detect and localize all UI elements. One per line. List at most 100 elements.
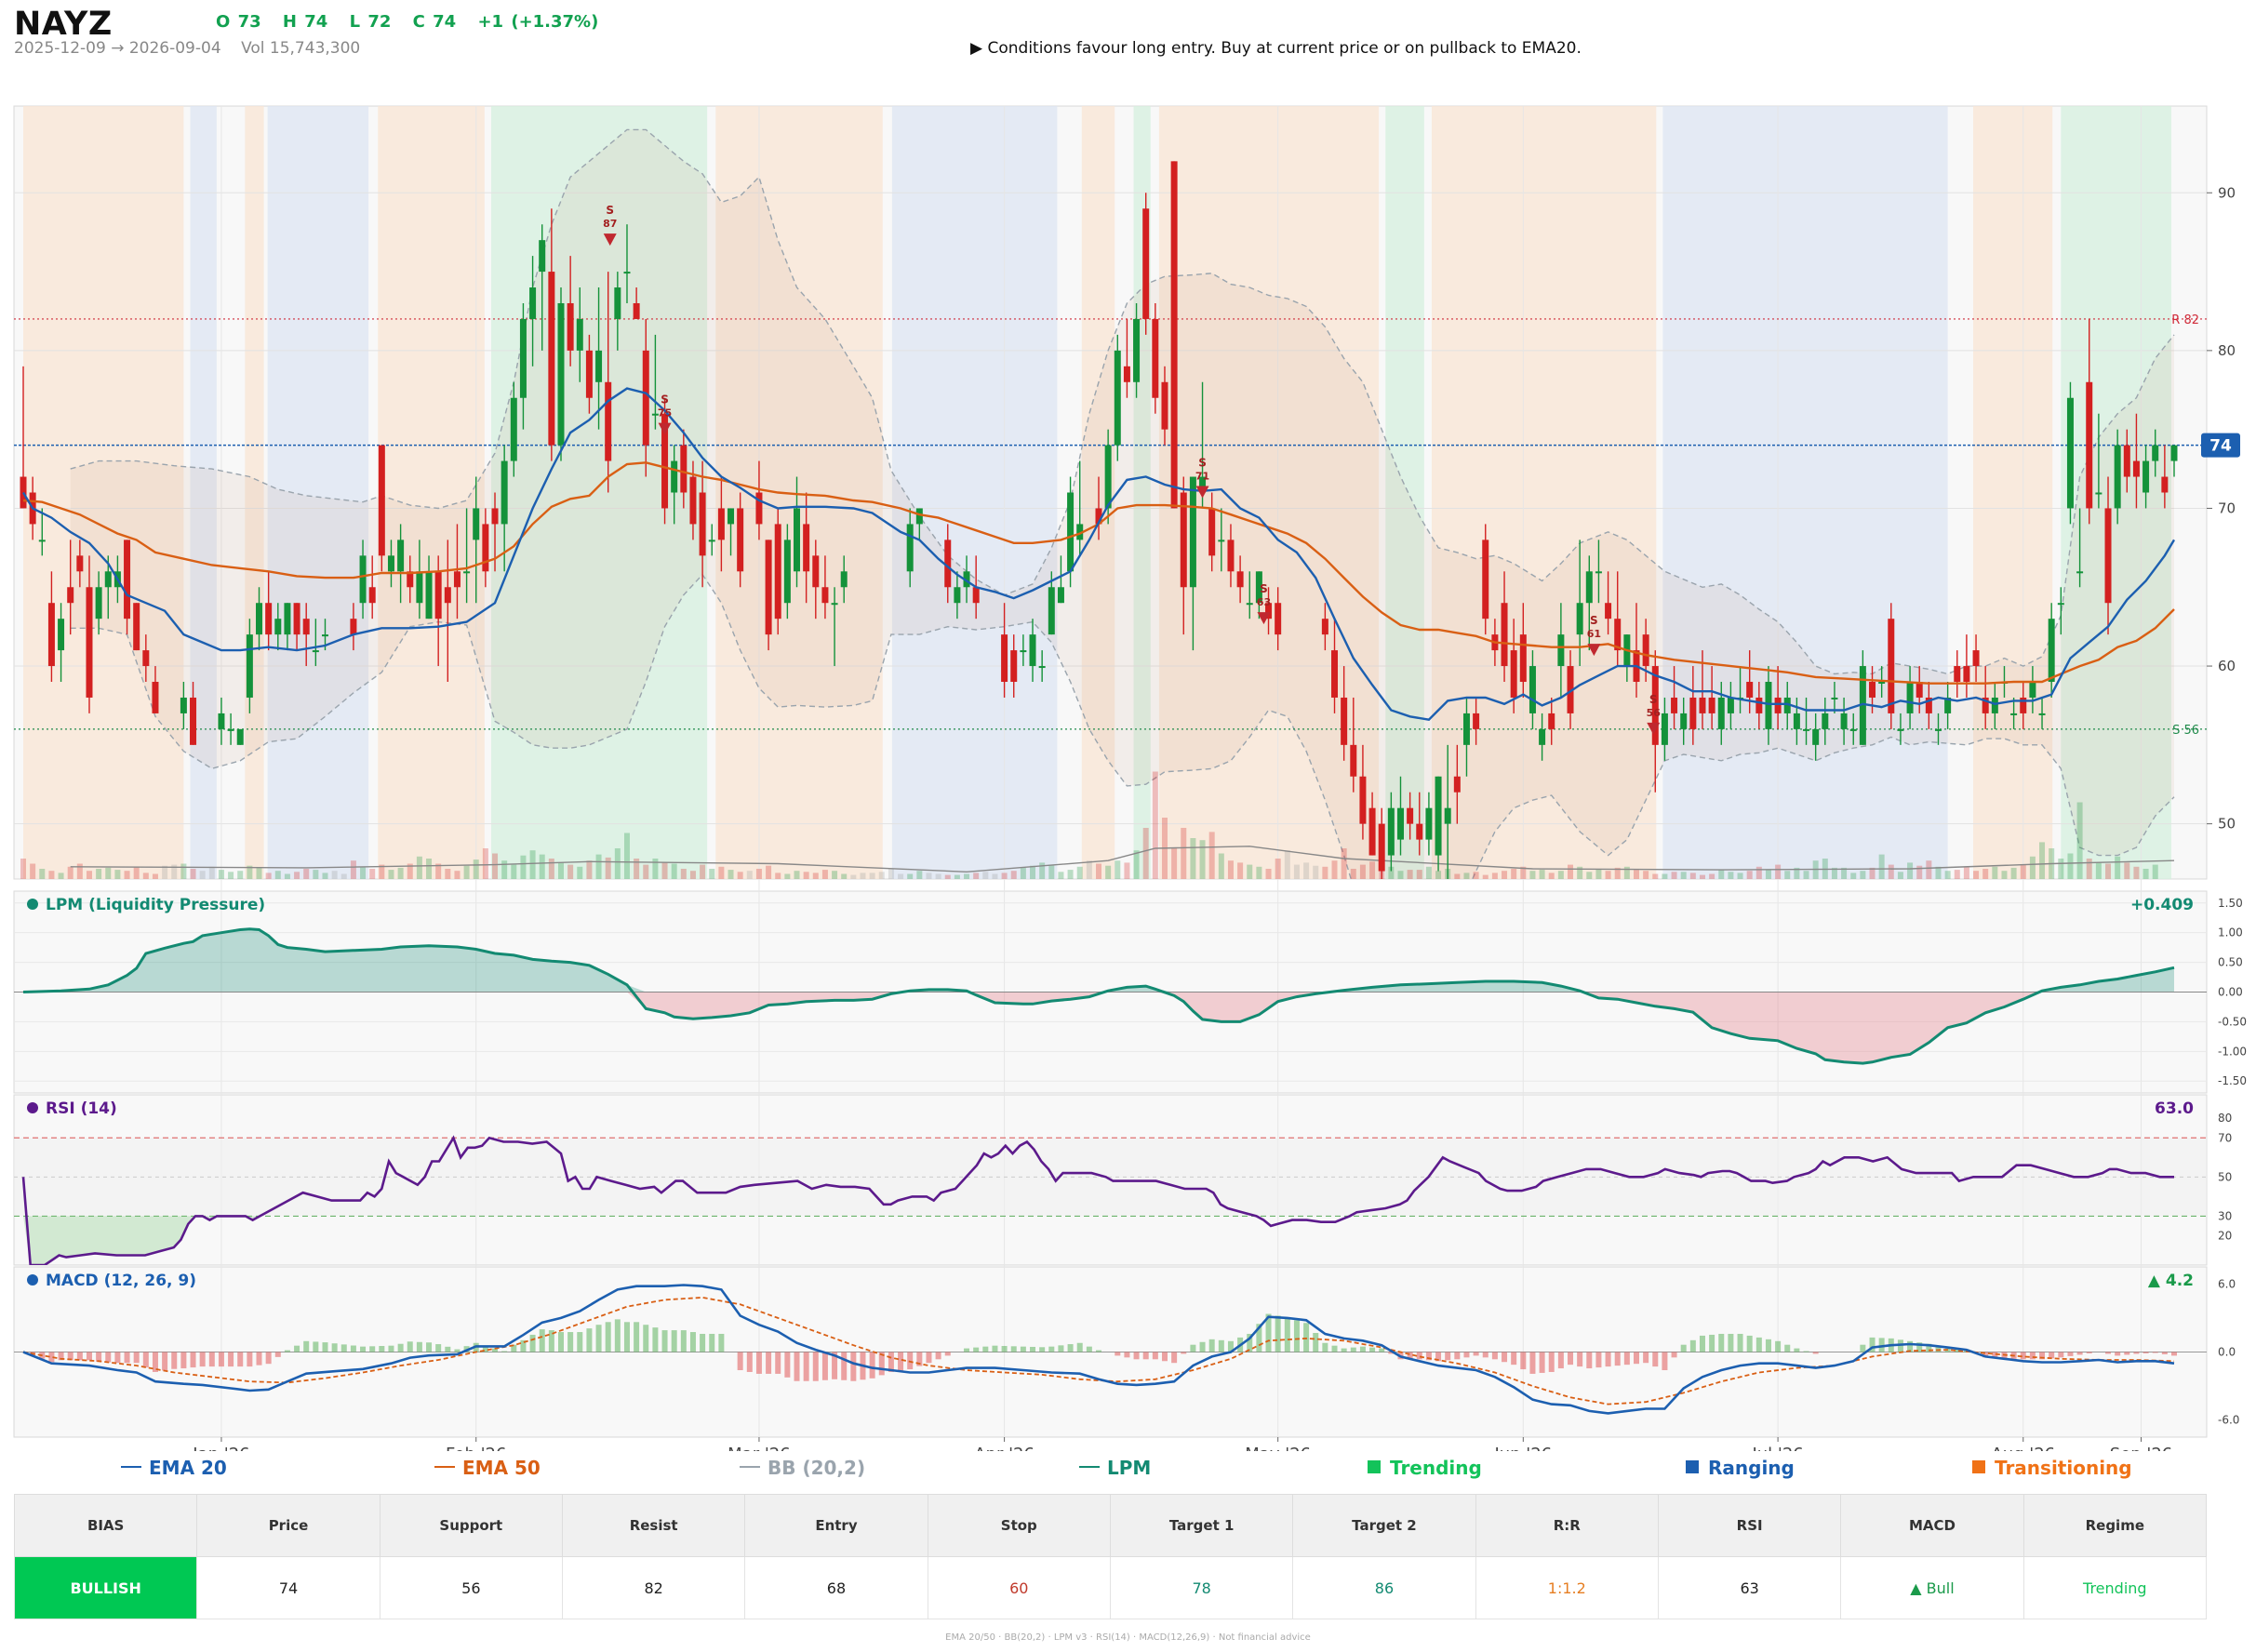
macd-histogram-bar (1058, 1345, 1064, 1352)
candle-body (1774, 697, 1782, 713)
candle-body (1746, 682, 1754, 698)
candle-body (397, 540, 405, 572)
legend-ema50-label: EMA 50 (462, 1457, 541, 1479)
candle-body (152, 682, 159, 713)
price-tick-label: 70 (2218, 500, 2236, 516)
legend-trending[interactable]: Trending (1368, 1457, 1482, 1479)
macd-histogram-bar (1096, 1350, 1101, 1352)
volume-bar (133, 866, 140, 879)
macd-histogram-bar (76, 1352, 83, 1361)
volume-bar (1634, 870, 1639, 879)
volume-bar (1275, 859, 1281, 879)
macd-histogram-bar (1709, 1334, 1715, 1352)
candle-body (1680, 713, 1688, 729)
candle-body (434, 571, 442, 620)
volume-bar (142, 873, 149, 879)
candle-body (1576, 603, 1583, 635)
volume-bar (850, 874, 857, 879)
macd-histogram-bar (228, 1352, 234, 1367)
candle-body (425, 571, 433, 620)
volume-bar (954, 874, 960, 879)
candle-body (831, 603, 838, 606)
macd-histogram-bar (1350, 1347, 1356, 1352)
candle-body (180, 697, 187, 713)
macd-histogram-bar (1662, 1352, 1668, 1371)
candle-body (708, 540, 715, 542)
volume-bar (208, 866, 215, 879)
candle-body (491, 508, 499, 525)
macd-histogram-bar (105, 1352, 112, 1363)
volume-bar (1133, 850, 1140, 879)
macd-histogram-bar (821, 1352, 828, 1380)
volume-bar (832, 871, 838, 879)
volume-bar (1454, 873, 1461, 879)
trade-summary-table: BIAS Price Support Resist Entry Stop Tar… (13, 1494, 2208, 1619)
volume-bar (152, 873, 158, 879)
volume-bar (1341, 848, 1347, 879)
macd-histogram-bar (1482, 1352, 1488, 1358)
volume-bar (1284, 850, 1290, 879)
macd-histogram-bar (1181, 1352, 1187, 1354)
macd-histogram-bar (2152, 1352, 2158, 1353)
candle-body (76, 555, 84, 572)
macd-histogram-bar (2133, 1352, 2140, 1354)
candle-body (1888, 619, 1895, 713)
legend-transitioning[interactable]: Transitioning (1972, 1457, 2132, 1479)
macd-histogram-bar (1379, 1348, 1385, 1352)
candle-body (1010, 650, 1018, 683)
macd-histogram-bar (1728, 1333, 1734, 1352)
legend-ranging[interactable]: Ranging (1686, 1457, 1795, 1479)
volume-bar (689, 871, 696, 879)
volume-bar (898, 873, 904, 879)
macd-histogram-bar (1445, 1352, 1451, 1361)
macd-histogram-bar (1491, 1352, 1498, 1360)
macd-histogram-bar (1595, 1352, 1602, 1368)
volume-bar (2133, 866, 2140, 879)
lpm-tick-label: -0.50 (2218, 1015, 2247, 1028)
candle-body (1350, 744, 1357, 777)
x-tick-label: Apr '26 (974, 1445, 1035, 1451)
target2-cell: 86 (1292, 1556, 1476, 1619)
macd-histogram-bar (898, 1352, 904, 1371)
legend-bb[interactable]: BB (20,2) (740, 1457, 865, 1479)
volume-bar (2076, 802, 2083, 879)
candle-body (1152, 318, 1159, 398)
candle-body (359, 555, 367, 604)
macd-histogram-bar (256, 1352, 262, 1366)
candle-body (529, 287, 537, 319)
legend-ema20[interactable]: EMA 20 (121, 1457, 227, 1479)
lpm-tick-label: 1.50 (2218, 897, 2243, 910)
x-tick-label: Mar '26 (728, 1445, 791, 1451)
sell-signal-letter: S (1649, 693, 1658, 706)
macd-histogram-bar (1303, 1323, 1310, 1352)
macd-histogram-bar (1199, 1341, 1206, 1352)
volume-bar (907, 873, 914, 879)
lpm-swatch (1079, 1465, 1100, 1468)
header-support: Support (379, 1494, 563, 1557)
volume-bar (501, 860, 508, 879)
header-macd: MACD (1840, 1494, 2024, 1557)
candle-body (2132, 460, 2140, 477)
legend-lpm[interactable]: LPM (1079, 1457, 1151, 1479)
legend-ema50[interactable]: EMA 50 (434, 1457, 541, 1479)
volume-bar (1397, 871, 1404, 879)
candle-body (2095, 492, 2102, 495)
price-chart[interactable]: R 82S 5687S75S71S63S61S56S506070809074-1… (0, 0, 2256, 1451)
rr-cell: 1:1.2 (1475, 1556, 1659, 1619)
x-tick-label: Aug '26 (1991, 1445, 2055, 1451)
candle-body (1236, 571, 1244, 588)
macd-histogram-bar (1001, 1345, 1008, 1352)
candle-body (1321, 619, 1328, 635)
macd-histogram-bar (614, 1319, 621, 1352)
volume-bar (2020, 864, 2026, 879)
candle-body (2010, 713, 2018, 715)
macd-histogram-bar (1671, 1352, 1677, 1358)
volume-bar (766, 865, 772, 879)
volume-bar (96, 869, 102, 879)
x-tick-label: Jan '26 (192, 1445, 249, 1451)
volume-bar (1765, 870, 1771, 879)
volume-bar (114, 870, 121, 879)
macd-histogram-bar (784, 1352, 791, 1378)
candle-body (510, 397, 517, 461)
candle-body (1396, 807, 1404, 840)
